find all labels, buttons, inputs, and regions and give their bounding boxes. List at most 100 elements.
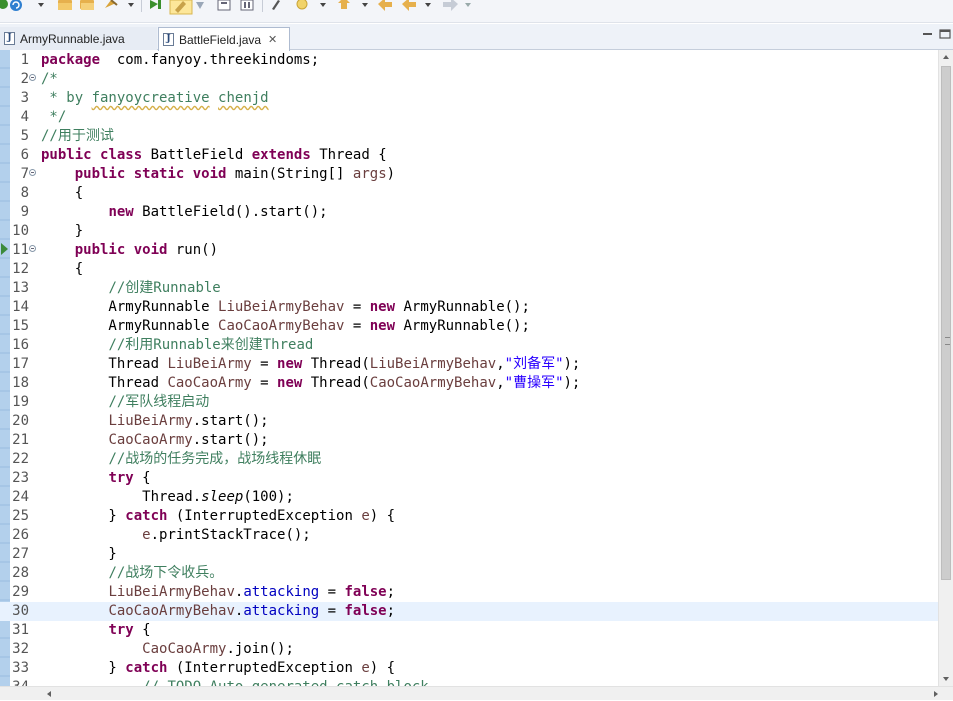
code-line[interactable]: 20 LiuBeiArmy.start(); — [0, 412, 938, 431]
close-icon[interactable]: ✕ — [268, 33, 277, 46]
code-line[interactable]: 8 { — [0, 184, 938, 203]
back-icon[interactable] — [402, 0, 416, 11]
code-line[interactable]: 21 CaoCaoArmy.start(); — [0, 431, 938, 450]
code-text: try { — [41, 469, 150, 488]
edit-icon[interactable] — [272, 0, 280, 10]
code-text: } — [41, 545, 116, 564]
code-line[interactable]: 4 */ — [0, 108, 938, 127]
code-line[interactable]: 11 public void run() — [0, 241, 938, 260]
code-line[interactable]: 5 //用于测试 — [0, 127, 938, 146]
minimize-icon[interactable] — [923, 33, 932, 35]
new-icon[interactable] — [10, 0, 22, 11]
chevron-down-icon[interactable] — [128, 3, 134, 7]
code-line[interactable]: 19 //军队线程启动 — [0, 393, 938, 412]
code-token: = — [344, 318, 370, 334]
code-line[interactable]: 6 public class BattleField extends Thread… — [0, 146, 938, 165]
scroll-left-icon[interactable] — [47, 691, 51, 697]
code-line[interactable]: 33 } catch (InterruptedException e) { — [0, 659, 938, 678]
code-line[interactable]: 29 LiuBeiArmyBehav.attacking = false; — [0, 583, 938, 602]
open-type-icon[interactable] — [80, 0, 94, 10]
code-text: Thread.sleep(100); — [41, 488, 294, 507]
tab-armyrunnable[interactable]: J ArmyRunnable.java — [0, 27, 157, 50]
scroll-up-icon[interactable] — [943, 55, 949, 59]
code-line[interactable]: 27 } — [0, 545, 938, 564]
code-editor[interactable]: 1 package com.fanyoy.threekindoms; 2 /* 3 * … — [0, 50, 938, 686]
vertical-scrollbar[interactable] — [938, 50, 953, 686]
back-icon[interactable] — [378, 0, 392, 11]
code-line[interactable]: 3 * by fanyoycreative chenjd — [0, 89, 938, 108]
code-line[interactable]: 31 try { — [0, 621, 938, 640]
code-line[interactable]: 7 public static void main(String[] args) — [0, 165, 938, 184]
code-token: //创建Runnable — [108, 280, 221, 296]
horizontal-scrollbar[interactable] — [0, 686, 953, 700]
code-token: LiuBeiArmyBehav — [108, 584, 235, 600]
bookmark-icon[interactable] — [338, 0, 350, 9]
code-line[interactable]: 22 //战场的任务完成，战场线程休眠 — [0, 450, 938, 469]
line-number: 32 — [12, 641, 29, 657]
highlight-icon[interactable] — [169, 0, 193, 15]
toggle-icon[interactable] — [196, 2, 204, 9]
code-text: package com.fanyoy.threekindoms; — [41, 51, 319, 70]
chevron-down-icon[interactable] — [465, 3, 471, 7]
code-line[interactable]: 28 //战场下令收兵。 — [0, 564, 938, 583]
fold-toggle-icon[interactable] — [29, 245, 36, 252]
code-line[interactable]: 18 Thread CaoCaoArmy = new Thread(CaoCao… — [0, 374, 938, 393]
chevron-down-icon[interactable] — [38, 3, 44, 7]
code-line[interactable]: 1 package com.fanyoy.threekindoms; — [0, 51, 938, 70]
debug-icon[interactable] — [150, 0, 161, 9]
line-number: 24 — [12, 489, 29, 505]
code-token: new — [369, 318, 396, 334]
line-number: 14 — [12, 299, 29, 315]
line-number: 33 — [12, 660, 29, 676]
code-line[interactable]: 34 // TODO Auto-generated catch block — [0, 678, 938, 686]
tab-battlefield[interactable]: J BattleField.java ✕ — [158, 27, 290, 51]
code-line[interactable]: 15 ArmyRunnable CaoCaoArmyBehav = new Ar… — [0, 317, 938, 336]
chevron-down-icon[interactable] — [425, 3, 431, 7]
refactor-icon[interactable] — [105, 0, 118, 8]
code-line[interactable]: 32 CaoCaoArmy.join(); — [0, 640, 938, 659]
code-line[interactable]: 25 } catch (InterruptedException e) { — [0, 507, 938, 526]
code-line[interactable]: 24 Thread.sleep(100); — [0, 488, 938, 507]
code-token: CaoCaoArmyBehav — [369, 375, 497, 391]
code-token: Thread( — [302, 375, 370, 391]
forward-icon[interactable] — [443, 0, 458, 11]
code-token: BattleField().start(); — [133, 204, 328, 220]
fold-toggle-icon[interactable] — [29, 74, 36, 81]
open-folder-icon[interactable] — [58, 0, 72, 10]
fold-toggle-icon[interactable] — [29, 169, 36, 176]
code-line[interactable]: 2 /* — [0, 70, 938, 89]
maximize-icon[interactable] — [939, 29, 951, 39]
code-line[interactable]: 14 ArmyRunnable LiuBeiArmyBehav = new Ar… — [0, 298, 938, 317]
pin-icon[interactable] — [217, 0, 231, 11]
code-text: } — [41, 222, 83, 241]
chevron-down-icon[interactable] — [362, 3, 368, 7]
code-line[interactable]: 12 { — [0, 260, 938, 279]
code-line[interactable]: 23 try { — [0, 469, 938, 488]
run-icon[interactable] — [0, 0, 8, 9]
code-line[interactable]: 9 new BattleField().start(); — [0, 203, 938, 222]
scroll-right-icon[interactable] — [934, 691, 938, 697]
code-line[interactable]: 17 Thread LiuBeiArmy = new Thread(LiuBei… — [0, 355, 938, 374]
annotation-icon[interactable] — [296, 0, 308, 10]
code-token: ArmyRunnable(); — [395, 318, 530, 334]
code-line[interactable]: 16 //利用Runnable来创建Thread — [0, 336, 938, 355]
code-text: e.printStackTrace(); — [41, 526, 311, 545]
code-line[interactable]: 30 CaoCaoArmyBehav.attacking = false; — [0, 602, 938, 621]
chevron-down-icon[interactable] — [320, 3, 326, 7]
gear-icon[interactable] — [240, 0, 254, 11]
code-token: */ — [41, 109, 67, 125]
code-token: .start(); — [192, 432, 269, 448]
code-line[interactable]: 13 //创建Runnable — [0, 279, 938, 298]
code-line[interactable]: 26 e.printStackTrace(); — [0, 526, 938, 545]
code-line[interactable]: 10 } — [0, 222, 938, 241]
code-token: .join(); — [226, 641, 294, 657]
vertical-scroll-thumb[interactable] — [941, 66, 951, 580]
scroll-down-icon[interactable] — [943, 677, 949, 681]
